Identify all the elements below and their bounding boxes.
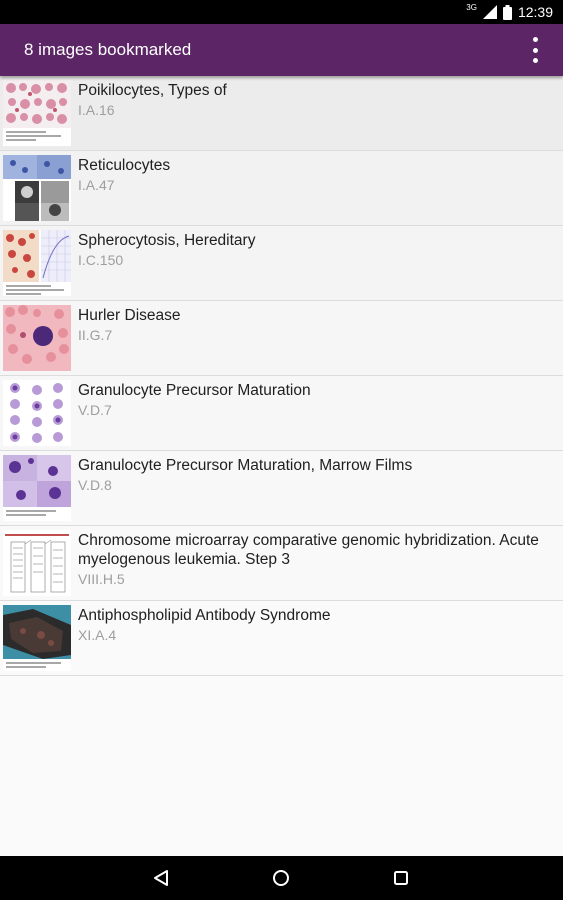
bookmark-item[interactable]: Spherocytosis, Hereditary I.C.150 [0, 226, 563, 301]
bookmark-code: I.A.16 [78, 102, 115, 118]
bookmark-item[interactable]: Poikilocytes, Types of I.A.16 [0, 76, 563, 151]
bookmark-code: I.C.150 [78, 252, 124, 268]
thumbnail-image [3, 155, 71, 221]
bookmark-code: I.A.47 [78, 177, 115, 193]
bookmark-title: Spherocytosis, Hereditary [78, 232, 256, 249]
bookmark-code: V.D.8 [78, 477, 112, 493]
bookmark-title: Hurler Disease [78, 307, 181, 324]
thumbnail-image [3, 455, 71, 521]
status-time: 12:39 [517, 4, 553, 20]
bookmark-item[interactable]: Chromosome microarray comparative genomi… [0, 526, 563, 601]
bookmark-item[interactable]: Granulocyte Precursor Maturation V.D.7 [0, 376, 563, 451]
thumbnail-image [3, 80, 71, 146]
navigation-bar [0, 856, 563, 900]
network-type-label: 3G [466, 2, 477, 12]
thumbnail-image [3, 530, 71, 596]
battery-icon [502, 4, 512, 20]
back-icon[interactable] [131, 856, 191, 900]
bookmark-title: Granulocyte Precursor Maturation [78, 382, 311, 399]
home-icon[interactable] [251, 856, 311, 900]
bookmark-item[interactable]: Granulocyte Precursor Maturation, Marrow… [0, 451, 563, 526]
bookmark-code: II.G.7 [78, 327, 113, 343]
bookmark-title: Antiphospholipid Antibody Syndrome [78, 607, 331, 624]
bookmark-list: Poikilocytes, Types of I.A.16 Reticulocy… [0, 76, 563, 676]
bookmark-code: XI.A.4 [78, 627, 117, 643]
status-icons: 3G 12:39 [466, 3, 553, 21]
recents-icon[interactable] [371, 856, 431, 900]
thumbnail-image [3, 380, 71, 446]
bookmark-item[interactable]: Reticulocytes I.A.47 [0, 151, 563, 226]
bookmark-item[interactable]: Hurler Disease II.G.7 [0, 301, 563, 376]
bookmark-title: Reticulocytes [78, 157, 171, 174]
bookmark-item[interactable]: Antiphospholipid Antibody Syndrome XI.A.… [0, 601, 563, 676]
more-vertical-icon[interactable] [527, 37, 543, 63]
page-title: 8 images bookmarked [24, 40, 192, 59]
app-bar: 8 images bookmarked [0, 24, 563, 76]
bookmark-title: Chromosome microarray comparative genomi… [78, 532, 539, 568]
status-bar: 3G 12:39 [0, 0, 563, 24]
bookmark-title: Granulocyte Precursor Maturation, Marrow… [78, 457, 413, 474]
thumbnail-image [3, 605, 71, 671]
bookmark-code: VIII.H.5 [78, 571, 125, 587]
thumbnail-image [3, 305, 71, 371]
bookmark-code: V.D.7 [78, 402, 112, 418]
thumbnail-image [3, 230, 71, 296]
bookmark-title: Poikilocytes, Types of [78, 82, 227, 99]
signal-icon [482, 5, 497, 19]
